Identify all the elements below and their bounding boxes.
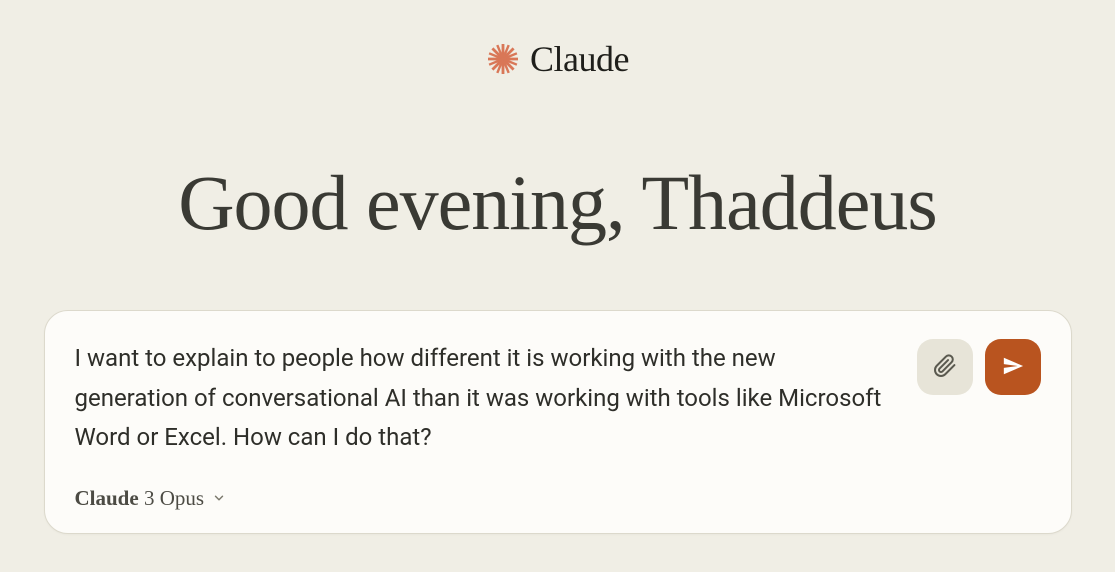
- brand-name: Claude: [530, 38, 629, 80]
- attach-button[interactable]: [917, 339, 973, 395]
- paperclip-icon: [933, 354, 957, 381]
- model-name-label: Claude 3 Opus: [75, 486, 205, 511]
- prompt-textarea[interactable]: I want to explain to people how differen…: [75, 339, 903, 458]
- prompt-input-box: I want to explain to people how differen…: [44, 310, 1072, 534]
- model-selector[interactable]: Claude 3 Opus: [75, 486, 227, 511]
- send-icon: [1002, 355, 1024, 380]
- brand-header: Claude: [486, 38, 629, 80]
- greeting-text: Good evening, Thaddeus: [178, 158, 937, 248]
- chevron-down-icon: [212, 491, 226, 505]
- starburst-icon: [486, 42, 520, 76]
- send-button[interactable]: [985, 339, 1041, 395]
